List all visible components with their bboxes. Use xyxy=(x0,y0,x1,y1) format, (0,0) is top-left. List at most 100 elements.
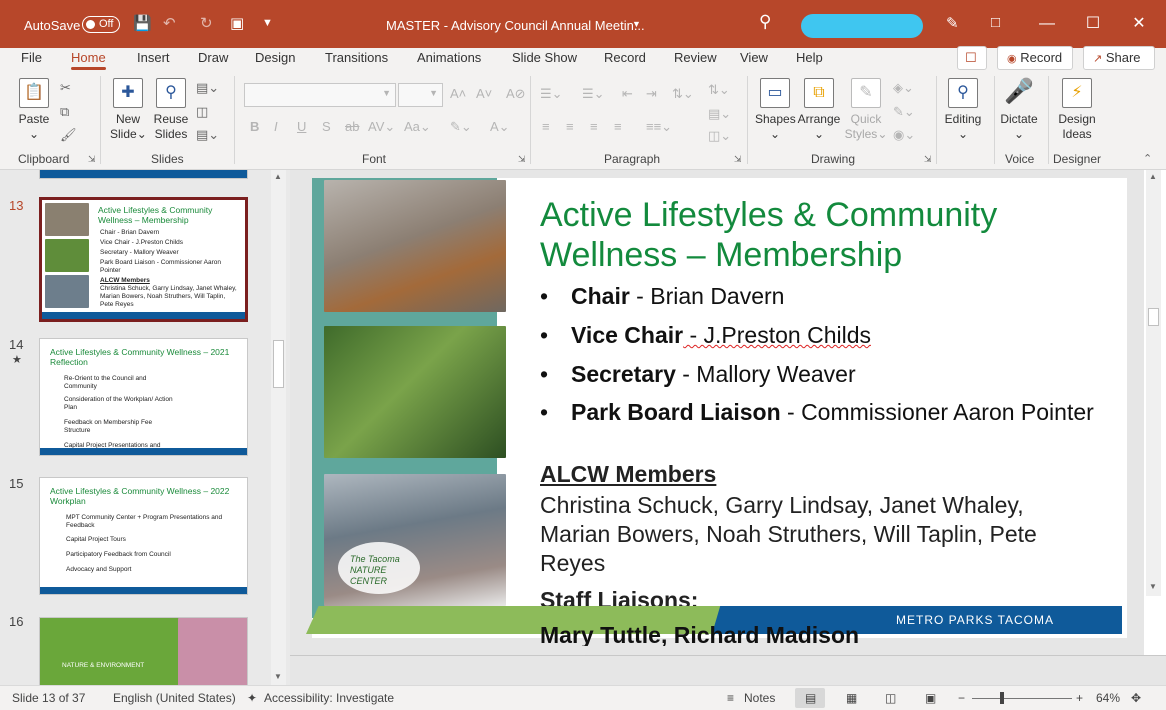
account-avatar[interactable] xyxy=(801,14,923,38)
line-spacing-icon[interactable]: ⇅⌄ xyxy=(672,86,694,102)
pen-icon[interactable]: ✎ xyxy=(946,14,959,32)
comments-button[interactable]: ☐ xyxy=(957,46,987,70)
ribbon-display-icon[interactable]: □ xyxy=(991,14,1000,31)
minimize-button[interactable]: — xyxy=(1024,0,1070,48)
copy-icon[interactable]: ⧉ xyxy=(60,104,69,120)
dictate-button[interactable]: 🎤 Dictate ⌄ xyxy=(998,78,1040,142)
bullets-icon[interactable]: ☰⌄ xyxy=(540,86,563,102)
drawing-launcher-icon[interactable]: ⇲ xyxy=(924,154,932,165)
reset-icon[interactable]: ◫ xyxy=(196,104,208,120)
increase-font-icon[interactable]: A˄ xyxy=(450,86,466,101)
language-indicator[interactable]: English (United States) xyxy=(113,691,236,705)
document-title[interactable]: MASTER - Advisory Council Annual Meetin.… xyxy=(386,18,645,33)
tab-view[interactable]: View xyxy=(740,50,768,65)
current-slide[interactable]: The Tacoma NATURE CENTER Active Lifestyl… xyxy=(312,178,1127,638)
columns-icon[interactable]: ≡≡⌄ xyxy=(646,119,672,135)
text-direction-icon[interactable]: ⇅⌄ xyxy=(708,82,730,98)
zoom-in-icon[interactable]: + xyxy=(1076,691,1083,705)
paragraph-launcher-icon[interactable]: ⇲ xyxy=(734,154,742,165)
align-text-icon[interactable]: ▤⌄ xyxy=(708,106,731,122)
change-case-icon[interactable]: Aa⌄ xyxy=(404,119,431,135)
align-left-icon[interactable]: ≡ xyxy=(542,119,550,134)
reading-view-icon[interactable]: ◫ xyxy=(885,691,896,705)
new-slide-button[interactable]: ✚ New Slide⌄ xyxy=(110,78,147,142)
align-right-icon[interactable]: ≡ xyxy=(590,119,598,134)
title-dropdown-icon[interactable]: ▼ xyxy=(632,19,641,29)
notes-pane-strip[interactable] xyxy=(290,655,1166,685)
shape-effects-icon[interactable]: ◉⌄ xyxy=(893,127,915,143)
shape-outline-icon[interactable]: ✎⌄ xyxy=(893,104,915,120)
thumbnail-scrollbar[interactable]: ▲ ▼ xyxy=(271,170,286,685)
zoom-out-icon[interactable]: − xyxy=(958,691,965,705)
justify-icon[interactable]: ≡ xyxy=(614,119,622,134)
customize-toolbar-icon[interactable]: ▼ xyxy=(262,17,273,29)
present-icon[interactable]: ▣ xyxy=(230,14,244,32)
bold-icon[interactable]: B xyxy=(250,119,259,134)
font-color-icon[interactable]: A⌄ xyxy=(490,119,510,135)
cut-icon[interactable]: ✂ xyxy=(60,80,71,96)
slide-sorter-icon[interactable]: ▦ xyxy=(846,691,857,705)
normal-view-button[interactable]: ▤ xyxy=(795,688,825,708)
thumbnail-slide-14[interactable]: Active Lifestyles & Community Wellness –… xyxy=(39,338,248,456)
numbering-icon[interactable]: ☰⌄ xyxy=(582,86,605,102)
accessibility-status[interactable]: Accessibility: Investigate xyxy=(264,691,394,705)
reuse-slides-button[interactable]: ⚲ Reuse Slides xyxy=(152,78,190,142)
bullet-list[interactable]: Chair - Brian Davern Vice Chair - J.Pres… xyxy=(540,282,1110,427)
font-name-combo[interactable]: ▼ xyxy=(244,83,396,107)
tab-file[interactable]: File xyxy=(21,50,42,65)
layout-icon[interactable]: ▤⌄ xyxy=(196,80,219,96)
notes-button[interactable]: Notes xyxy=(744,691,775,705)
increase-indent-icon[interactable]: ⇥ xyxy=(646,86,657,102)
zoom-slider[interactable] xyxy=(972,692,1072,704)
tab-insert[interactable]: Insert xyxy=(137,50,170,65)
section-icon[interactable]: ▤⌄ xyxy=(196,127,219,143)
tab-help[interactable]: Help xyxy=(796,50,823,65)
quick-styles-button[interactable]: ✎ Quick Styles⌄ xyxy=(844,78,888,142)
tab-review[interactable]: Review xyxy=(674,50,717,65)
fit-to-window-icon[interactable]: ✥ xyxy=(1131,691,1141,705)
zoom-level[interactable]: 64% xyxy=(1096,691,1120,705)
decrease-font-icon[interactable]: A˅ xyxy=(476,86,492,101)
smartart-icon[interactable]: ◫⌄ xyxy=(708,128,731,144)
thumbnail-slide-16[interactable]: NATURE & ENVIRONMENT xyxy=(39,617,248,685)
close-button[interactable]: ✕ xyxy=(1116,0,1162,48)
slide-title[interactable]: Active Lifestyles & Community Wellness –… xyxy=(540,195,1060,275)
clipboard-launcher-icon[interactable]: ⇲ xyxy=(88,154,96,165)
thumbnail-12-partial[interactable] xyxy=(39,170,248,179)
shapes-button[interactable]: ▭ Shapes ⌄ xyxy=(755,78,796,142)
collapse-ribbon-icon[interactable]: ⌃ xyxy=(1143,152,1152,165)
slideshow-icon[interactable]: ▣ xyxy=(925,691,936,705)
font-size-combo[interactable]: ▼ xyxy=(398,83,443,107)
underline-icon[interactable]: U xyxy=(297,119,306,134)
design-ideas-button[interactable]: ⚡ Design Ideas xyxy=(1054,78,1100,142)
align-center-icon[interactable]: ≡ xyxy=(566,119,574,134)
format-painter-icon[interactable]: 🖌 xyxy=(60,127,77,143)
paste-button[interactable]: 📋 Paste ⌄ xyxy=(16,78,52,142)
slide-scrollbar[interactable]: ▲ ▼ xyxy=(1146,170,1161,596)
share-button[interactable]: ↗ Share xyxy=(1083,46,1155,70)
font-launcher-icon[interactable]: ⇲ xyxy=(518,154,526,165)
thumbnail-slide-13[interactable]: Active Lifestyles & Community Wellness –… xyxy=(39,197,248,322)
decrease-indent-icon[interactable]: ⇤ xyxy=(622,86,633,102)
redo-icon[interactable]: ↻ xyxy=(200,14,213,32)
tab-transitions[interactable]: Transitions xyxy=(325,50,388,65)
save-icon[interactable]: 💾 xyxy=(133,14,152,32)
strikethrough-icon[interactable]: ab xyxy=(345,119,359,134)
tab-animations[interactable]: Animations xyxy=(417,50,481,65)
tab-design[interactable]: Design xyxy=(255,50,295,65)
shadow-icon[interactable]: S xyxy=(322,119,331,134)
search-icon[interactable]: ⚲ xyxy=(759,12,771,32)
highlight-icon[interactable]: ✎⌄ xyxy=(450,119,472,135)
thumbnail-slide-15[interactable]: Active Lifestyles & Community Wellness –… xyxy=(39,477,248,595)
autosave-toggle[interactable]: Off xyxy=(82,16,120,33)
tab-home[interactable]: Home xyxy=(71,50,106,70)
editing-button[interactable]: ⚲ Editing ⌄ xyxy=(942,78,984,142)
clear-formatting-icon[interactable]: A⊘ xyxy=(506,86,526,102)
arrange-button[interactable]: ⧉ Arrange ⌄ xyxy=(797,78,841,142)
undo-icon[interactable]: ↶ xyxy=(163,14,176,32)
character-spacing-icon[interactable]: AV⌄ xyxy=(368,119,395,135)
tab-record[interactable]: Record xyxy=(604,50,646,65)
tab-draw[interactable]: Draw xyxy=(198,50,228,65)
maximize-button[interactable]: ☐ xyxy=(1070,0,1116,48)
shape-fill-icon[interactable]: ◈⌄ xyxy=(893,80,914,96)
